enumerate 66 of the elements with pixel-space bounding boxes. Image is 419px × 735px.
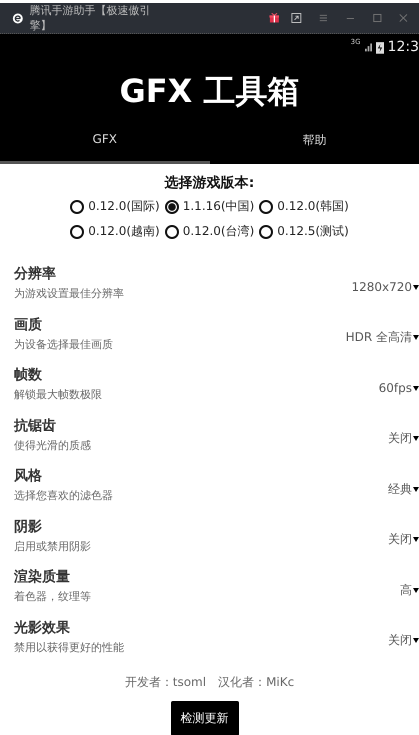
caret-icon (413, 537, 419, 542)
radio-label: 1.1.16(中国) (182, 198, 254, 215)
caret-icon (413, 638, 419, 644)
setting-description: 启用或禁用阴影 (14, 538, 92, 554)
radio-button[interactable] (70, 224, 84, 238)
signal-icon (364, 42, 372, 52)
setting-description: 选择您喜欢的滤色器 (14, 488, 114, 504)
mini-window-icon[interactable] (291, 12, 302, 24)
setting-description: 解锁最大帧数极限 (14, 387, 103, 402)
dropdown[interactable]: 高 (400, 582, 419, 599)
caret-icon (413, 284, 419, 290)
radio-label: 0.12.0(越南) (88, 223, 160, 240)
setting-description: 着色器，纹理等 (14, 589, 92, 604)
window-title: 腾讯手游助手【极速傲引擎】 (30, 3, 152, 33)
radio-button[interactable] (259, 200, 274, 214)
radio-option[interactable]: 0.12.0(台湾) (164, 223, 254, 240)
caret-icon (413, 486, 419, 492)
caret-icon (413, 436, 419, 442)
setting-title: 分辨率 (14, 265, 57, 284)
radio-button[interactable] (259, 224, 274, 238)
check-update-button[interactable]: 检测更新 (170, 701, 238, 735)
setting-title: 阴影 (14, 518, 43, 536)
setting-title: 画质 (14, 316, 43, 334)
setting-description: 为设备选择最佳画质 (14, 336, 114, 352)
dropdown[interactable]: 经典 (388, 480, 419, 498)
dropdown[interactable]: 60fps (378, 381, 419, 396)
dropdown[interactable]: HDR 全高清 (346, 329, 419, 346)
setting-title: 抗锯齿 (14, 416, 57, 435)
credits-text: 开发者：tsoml 汉化者：MiKc (124, 674, 296, 691)
menu-icon[interactable] (318, 12, 329, 24)
radio-label: 0.12.5(测试) (277, 223, 349, 240)
tab[interactable]: 帮助 (210, 132, 419, 164)
setting-description: 禁用以获得更好的性能 (14, 640, 125, 655)
gift-icon[interactable] (268, 12, 280, 24)
maximize-icon[interactable] (372, 12, 382, 24)
radio-button[interactable] (164, 224, 179, 238)
radio-label: 0.12.0(国际) (88, 198, 160, 215)
caret-icon (413, 335, 419, 340)
app-title: GFX 工具箱 (118, 71, 300, 112)
setting-description: 为游戏设置最佳分辨率 (14, 286, 125, 302)
tab[interactable]: GFX (0, 132, 210, 164)
caret-icon (413, 588, 419, 593)
close-icon[interactable] (398, 12, 409, 24)
app-logo-icon (12, 12, 24, 24)
setting-title: 渲染质量 (14, 568, 71, 586)
radio-option[interactable]: 0.12.0(国际) (70, 198, 160, 215)
clock: 12:3 (388, 39, 419, 55)
radio-label: 0.12.0(台湾) (182, 223, 254, 240)
setting-description: 使得光滑的质感 (14, 438, 92, 453)
radio-option[interactable]: 1.1.16(中国) (164, 198, 254, 215)
dropdown[interactable]: 关闭 (388, 531, 419, 548)
setting-title: 光影效果 (14, 618, 71, 637)
radio-option[interactable]: 0.12.0(越南) (70, 223, 160, 240)
caret-icon (413, 386, 419, 391)
setting-title: 风格 (14, 467, 43, 486)
dropdown[interactable]: 关闭 (388, 430, 419, 448)
battery-icon (376, 40, 384, 54)
version-heading: 选择游戏版本: (164, 174, 256, 192)
radio-label: 0.12.0(韩国) (277, 198, 349, 215)
dropdown[interactable]: 1280x720 (351, 280, 419, 294)
radio-option[interactable]: 0.12.0(韩国) (259, 198, 349, 215)
radio-button[interactable] (70, 200, 84, 214)
radio-button[interactable] (164, 200, 179, 214)
setting-title: 帧数 (14, 366, 43, 384)
dropdown[interactable]: 关闭 (388, 632, 419, 650)
radio-option[interactable]: 0.12.5(测试) (259, 223, 349, 240)
